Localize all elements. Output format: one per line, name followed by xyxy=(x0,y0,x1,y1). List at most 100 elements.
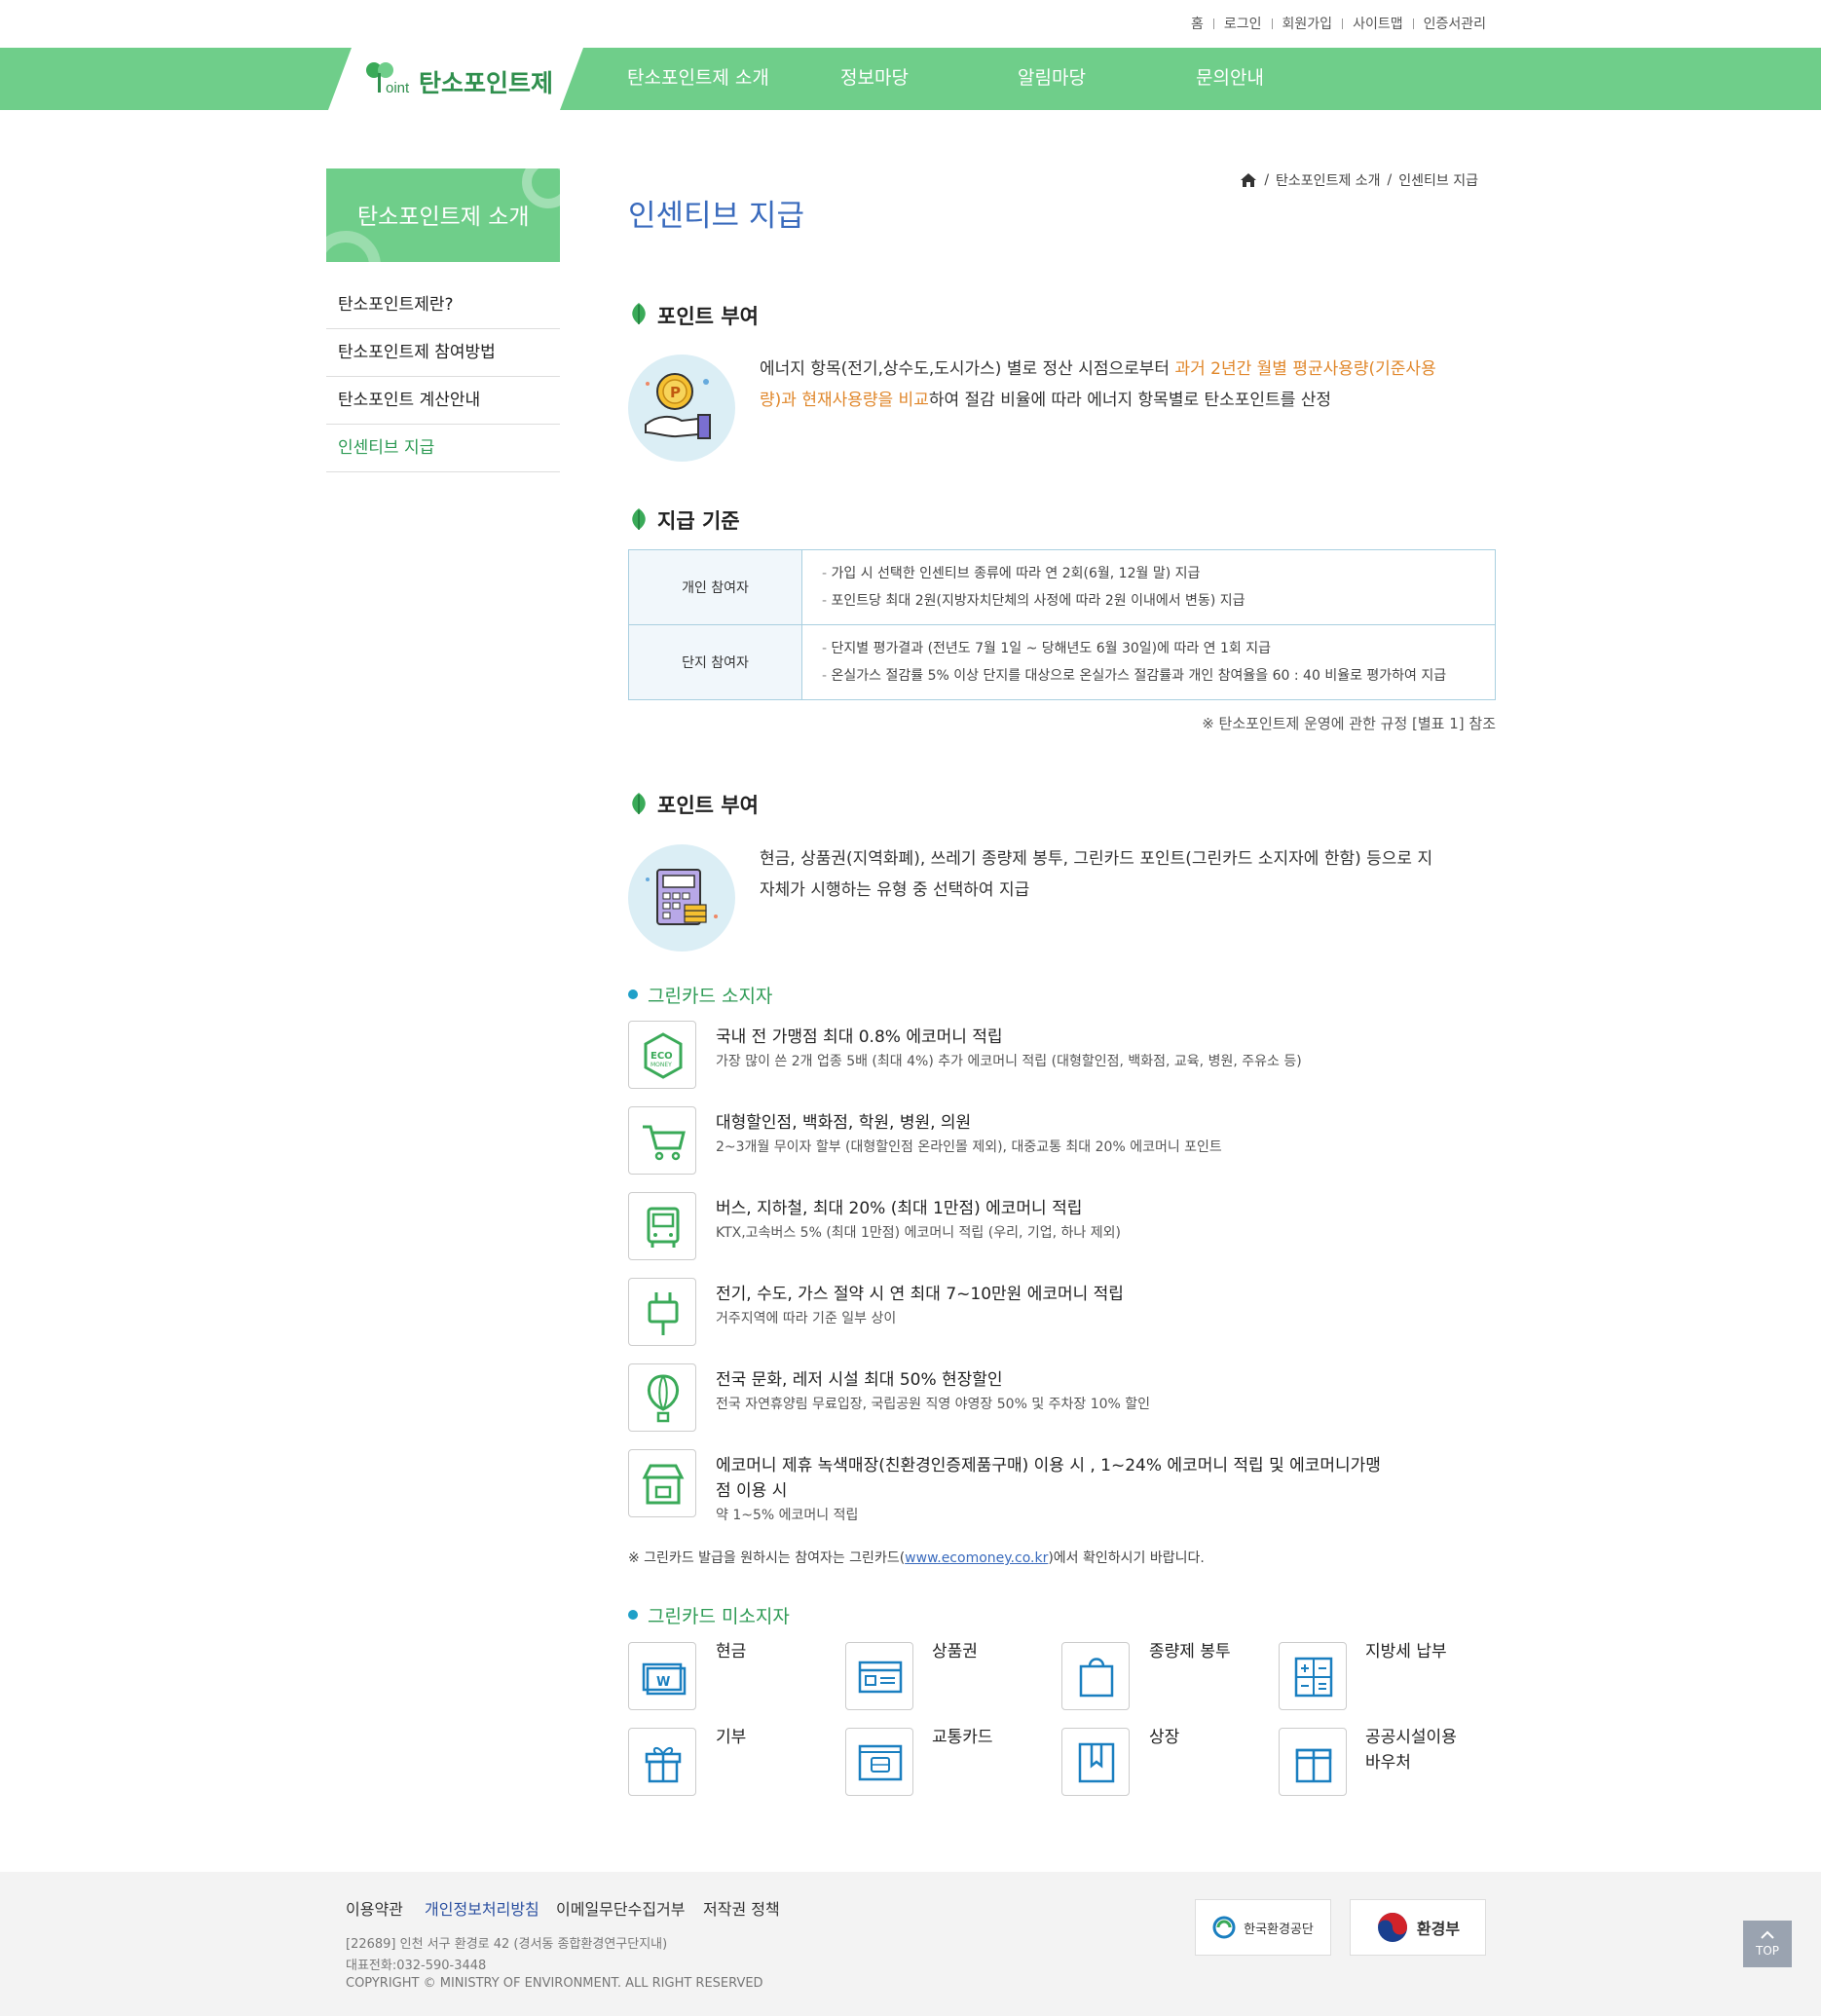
moe-badge[interactable]: 환경부 xyxy=(1350,1899,1486,1956)
util-cert-link[interactable]: 인증서관리 xyxy=(1424,14,1486,33)
gnb-item-info[interactable]: 정보마당 xyxy=(840,63,909,90)
coin-hand-icon: P xyxy=(628,355,735,462)
ng-item-label-cont: 바우처 xyxy=(1365,1753,1411,1773)
gnb-item-notice[interactable]: 알림마당 xyxy=(1018,63,1086,90)
gnb-item-inquiry[interactable]: 문의안내 xyxy=(1196,63,1264,90)
sidebar-item-join[interactable]: 탄소포인트제 참여방법 xyxy=(326,329,560,377)
award-icon xyxy=(1061,1728,1130,1796)
balloon-icon xyxy=(628,1363,696,1432)
ng-item-label: 종량제 봉투 xyxy=(1149,1642,1231,1661)
bag-icon xyxy=(1061,1642,1130,1710)
table-row: 단지 참여자 단지별 평가결과 (전년도 7월 1일 ~ 당해년도 6월 30일… xyxy=(628,624,1496,700)
gc-item-title-cont: 점 이용 시 xyxy=(716,1481,788,1501)
sidebar-item-about[interactable]: 탄소포인트제란? xyxy=(326,281,560,329)
svg-text:P: P xyxy=(670,384,681,401)
leaf-icon xyxy=(632,508,646,530)
cash-icon: W xyxy=(628,1642,696,1710)
gc-item-desc: 2~3개월 무이자 할부 (대형할인점 온라인몰 제외), 대중교통 최대 20… xyxy=(716,1139,1222,1155)
ng-item-label: 공공시설이용 xyxy=(1365,1728,1457,1747)
page: { "util_nav": ["홈", "로그인", "회원가입", "사이트맵… xyxy=(0,0,1821,2016)
footer-link-email[interactable]: 이메일무단수집거부 xyxy=(556,1896,685,1920)
table-header-complex: 단지 참여자 xyxy=(628,624,802,700)
moe-logo-icon xyxy=(1377,1913,1407,1942)
footer-copyright: COPYRIGHT © MINISTRY OF ENVIRONMENT. ALL… xyxy=(346,1976,763,1991)
leaf-icon xyxy=(632,303,646,324)
sidebar-title: 탄소포인트제 소개 xyxy=(357,205,530,230)
util-home-link[interactable]: 홈 xyxy=(1191,14,1204,33)
ecomoney-link[interactable]: www.ecomoney.co.kr xyxy=(905,1550,1048,1566)
page-title: 인센티브 지급 xyxy=(628,199,804,234)
section-title-criteria: 지급 기준 xyxy=(657,509,740,533)
gnb-item-intro[interactable]: 탄소포인트제 소개 xyxy=(627,63,769,90)
gc-item-title: 전국 문화, 레저 시설 최대 50% 현장할인 xyxy=(716,1370,1003,1390)
subsection-title-greencard: 그린카드 소지자 xyxy=(648,986,773,1007)
logo-text[interactable]: 탄소포인트제 xyxy=(419,64,553,99)
gc-item-desc: 가장 많이 쓴 2개 업종 5배 (최대 4%) 추가 에코머니 적립 (대형할… xyxy=(716,1054,1302,1069)
svg-text:MONEY: MONEY xyxy=(650,1062,672,1068)
transit-card-icon xyxy=(845,1728,913,1796)
gc-item-desc: 전국 자연휴양림 무료입장, 국립공원 직영 야영장 50% 및 주차장 10%… xyxy=(716,1397,1151,1412)
plug-icon xyxy=(628,1278,696,1346)
svg-text:W: W xyxy=(656,1675,670,1690)
greencard-note: ※ 그린카드 발급을 원하시는 참여자는 그린카드(www.ecomoney.c… xyxy=(628,1550,1205,1566)
section1-text: 에너지 항목(전기,상수도,도시가스) 별로 정산 시점으로부터 과거 2년간 … xyxy=(760,359,1436,410)
facility-icon xyxy=(1279,1728,1347,1796)
logo-icon: oint xyxy=(362,59,413,96)
breadcrumb-item-intro[interactable]: 탄소포인트제 소개 xyxy=(1276,170,1381,190)
global-nav-bar xyxy=(0,48,1821,110)
cart-icon xyxy=(628,1106,696,1175)
bullet-dot xyxy=(628,989,638,999)
gc-item-desc: KTX,고속버스 5% (최대 1만점) 에코머니 적립 (우리, 기업, 하나… xyxy=(716,1225,1121,1241)
subsection-title-non-greencard: 그린카드 미소지자 xyxy=(648,1606,790,1627)
calculator-icon xyxy=(1279,1642,1347,1710)
bus-icon xyxy=(628,1192,696,1260)
gc-item-title: 버스, 지하철, 최대 20% (최대 1만점) 에코머니 적립 xyxy=(716,1199,1083,1218)
footer xyxy=(0,1872,1821,2016)
footer-link-terms[interactable]: 이용약관 xyxy=(346,1896,403,1920)
scroll-top-button[interactable]: TOP xyxy=(1743,1921,1792,1967)
keco-badge[interactable]: 한국환경공단 xyxy=(1195,1899,1331,1956)
table-row: 개인 참여자 가입 시 선택한 인센티브 종류에 따라 연 2회(6월, 12월… xyxy=(628,549,1496,625)
util-signup-link[interactable]: 회원가입 xyxy=(1282,14,1333,33)
table-cell: 가입 시 선택한 인센티브 종류에 따라 연 2회(6월, 12월 말) 지급 … xyxy=(801,549,1496,625)
criteria-table: 개인 참여자 가입 시 선택한 인센티브 종류에 따라 연 2회(6월, 12월… xyxy=(628,549,1496,700)
ng-item-label: 상장 xyxy=(1149,1728,1180,1747)
ng-item-label: 현금 xyxy=(716,1642,747,1661)
footer-phone: 대표전화:032-590-3448 xyxy=(346,1959,487,1973)
section3-text: 현금, 상품권(지역화폐), 쓰레기 종량제 봉투, 그린카드 포인트(그린카드… xyxy=(760,849,1433,900)
table-cell: 단지별 평가결과 (전년도 7월 1일 ~ 당해년도 6월 30일)에 따라 연… xyxy=(801,624,1496,700)
section-title-point: 포인트 부여 xyxy=(657,305,759,328)
breadcrumb: / 탄소포인트제 소개 / 인센티브 지급 xyxy=(1240,170,1478,190)
footer-link-privacy[interactable]: 개인정보처리방침 xyxy=(425,1896,539,1920)
leaf-icon xyxy=(632,793,646,814)
criteria-note: ※ 탄소포인트제 운영에 관한 규정 [별표 1] 참조 xyxy=(1202,715,1496,732)
gc-item-title: 전기, 수도, 가스 절약 시 연 최대 7~10만원 에코머니 적립 xyxy=(716,1285,1124,1304)
ng-item-label: 상품권 xyxy=(932,1642,978,1661)
sidebar-item-incentive[interactable]: 인센티브 지급 xyxy=(326,425,560,472)
sidebar-item-calc[interactable]: 탄소포인트 계산안내 xyxy=(326,377,560,425)
calculator-coin-icon xyxy=(628,844,735,952)
store-icon xyxy=(628,1449,696,1517)
svg-text:ECO: ECO xyxy=(650,1051,673,1062)
chevron-up-icon xyxy=(1761,1930,1774,1939)
gift-icon xyxy=(628,1728,696,1796)
ng-item-label: 지방세 납부 xyxy=(1365,1642,1447,1661)
ng-item-label: 교통카드 xyxy=(932,1728,993,1747)
breadcrumb-item-current: 인센티브 지급 xyxy=(1398,173,1478,189)
gc-item-title: 국내 전 가맹점 최대 0.8% 에코머니 적립 xyxy=(716,1027,1003,1047)
svg-text:oint: oint xyxy=(386,80,410,96)
util-login-link[interactable]: 로그인 xyxy=(1224,14,1262,33)
footer-link-copyright[interactable]: 저작권 정책 xyxy=(703,1896,780,1920)
home-icon[interactable] xyxy=(1240,172,1257,188)
section-title-payment: 포인트 부여 xyxy=(657,794,759,817)
utility-nav: 홈 로그인 회원가입 사이트맵 인증서관리 xyxy=(1191,14,1486,33)
eco-money-icon: ECO MONEY xyxy=(628,1021,696,1089)
gc-item-desc: 약 1~5% 에코머니 적립 xyxy=(716,1508,859,1523)
voucher-icon xyxy=(845,1642,913,1710)
table-header-individual: 개인 참여자 xyxy=(628,549,802,625)
keco-logo-icon xyxy=(1212,1916,1236,1939)
gc-item-title: 에코머니 제휴 녹색매장(친환경인증제품구매) 이용 시 , 1~24% 에코머… xyxy=(716,1456,1381,1475)
gc-item-title: 대형할인점, 백화점, 학원, 병원, 의원 xyxy=(716,1113,972,1133)
util-sitemap-link[interactable]: 사이트맵 xyxy=(1353,14,1403,33)
gc-item-desc: 거주지역에 따라 기준 일부 상이 xyxy=(716,1311,897,1326)
